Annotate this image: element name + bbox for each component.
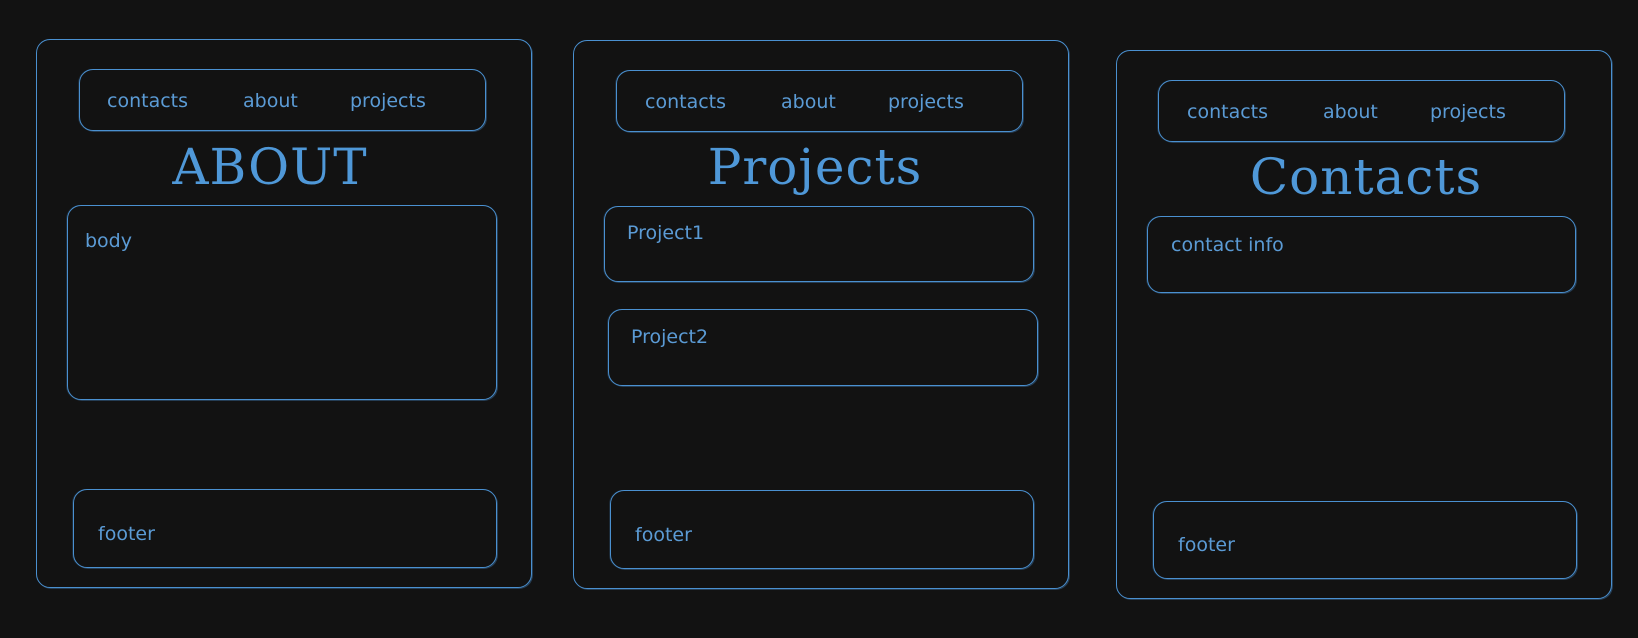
nav-link-projects[interactable]: projects <box>350 90 426 112</box>
project-card[interactable]: Project2 <box>608 309 1038 386</box>
contacts-footer-label: footer <box>1178 534 1235 556</box>
contacts-navbar: contacts about projects <box>1158 80 1565 142</box>
project-card[interactable]: Project1 <box>604 206 1034 282</box>
about-footer-label: footer <box>98 523 155 545</box>
about-footer-box: footer <box>73 489 497 568</box>
about-body-box: body <box>67 205 497 400</box>
nav-link-about[interactable]: about <box>1323 101 1378 123</box>
nav-link-projects[interactable]: projects <box>888 91 964 113</box>
projects-footer-label: footer <box>635 524 692 546</box>
about-page-title: ABOUT <box>172 138 368 196</box>
projects-page-title: Projects <box>707 138 923 196</box>
nav-link-about[interactable]: about <box>243 90 298 112</box>
projects-navbar: contacts about projects <box>616 70 1023 132</box>
nav-link-about[interactable]: about <box>781 91 836 113</box>
nav-link-contacts[interactable]: contacts <box>107 90 188 112</box>
project-name-label: Project2 <box>631 326 709 348</box>
nav-link-contacts[interactable]: contacts <box>1187 101 1268 123</box>
projects-footer-box: footer <box>610 490 1034 569</box>
nav-link-contacts[interactable]: contacts <box>645 91 726 113</box>
nav-link-projects[interactable]: projects <box>1430 101 1506 123</box>
contact-info-box: contact info <box>1147 216 1576 293</box>
about-body-label: body <box>85 230 132 252</box>
project-name-label: Project1 <box>627 222 705 244</box>
contact-info-label: contact info <box>1171 234 1284 256</box>
contacts-footer-box: footer <box>1153 501 1577 579</box>
about-navbar: contacts about projects <box>79 69 486 131</box>
contacts-page-title: Contacts <box>1249 148 1483 206</box>
